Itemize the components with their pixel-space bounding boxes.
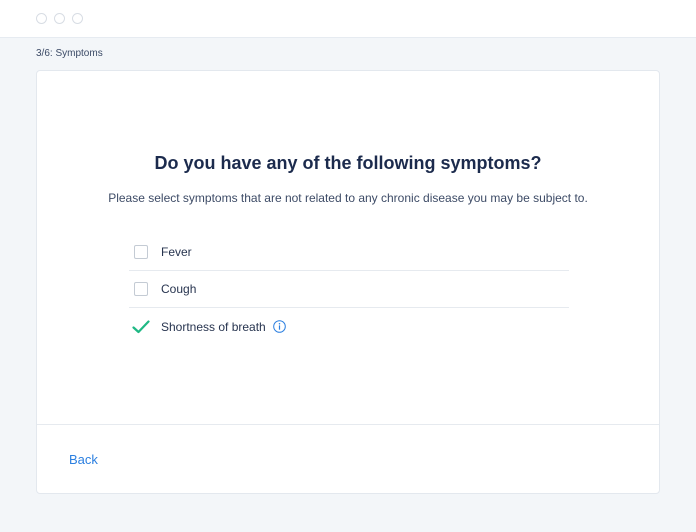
option-cough[interactable]: Cough	[129, 271, 569, 308]
info-icon[interactable]	[272, 320, 286, 333]
checkbox-unchecked[interactable]	[134, 245, 148, 259]
footer-divider	[37, 424, 659, 425]
window-control-circle-icon[interactable]	[54, 13, 65, 24]
question-title: Do you have any of the following symptom…	[154, 153, 542, 173]
checkmark-icon[interactable]	[132, 319, 150, 334]
back-button[interactable]: Back	[69, 452, 98, 467]
option-shortness-of-breath[interactable]: Shortness of breath	[129, 308, 569, 345]
question-subtitle: Please select symptoms that are not rela…	[108, 191, 588, 205]
step-indicator: 3/6: Symptoms	[36, 48, 103, 59]
symptom-options: Fever Cough Shortness of breath	[129, 234, 569, 345]
option-label: Shortness of breath	[161, 319, 266, 334]
question-card: Do you have any of the following symptom…	[36, 70, 660, 494]
window-control-circle-icon[interactable]	[36, 13, 47, 24]
window-titlebar	[0, 0, 696, 38]
option-fever[interactable]: Fever	[129, 234, 569, 271]
option-label: Fever	[161, 245, 192, 259]
checkbox-unchecked[interactable]	[134, 282, 148, 296]
window-control-circle-icon[interactable]	[72, 13, 83, 24]
option-label: Cough	[161, 282, 197, 296]
